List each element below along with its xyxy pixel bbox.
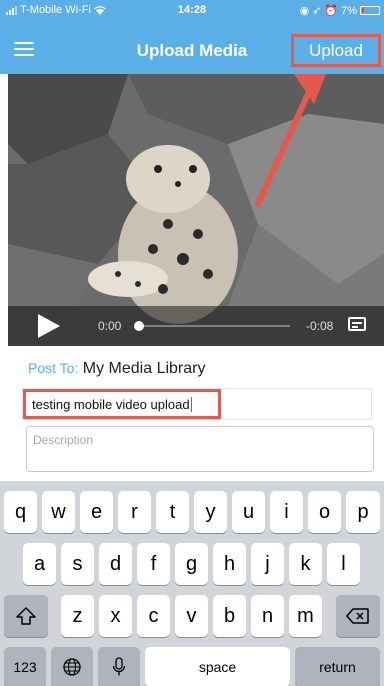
key-y[interactable]: y [194,491,227,533]
space-key[interactable]: space [145,647,290,686]
top-bar: T-Mobile Wi-Fi 14:28 ◉ ➶ ⏰ 7% Upload Med… [0,0,384,74]
key-k[interactable]: k [289,543,322,585]
key-i[interactable]: i [270,491,303,533]
scrubber-track[interactable] [136,325,290,327]
key-z[interactable]: z [61,595,94,637]
key-f[interactable]: f [137,543,170,585]
key-v[interactable]: v [175,595,208,637]
key-e[interactable]: e [80,491,113,533]
upload-button[interactable]: Upload [291,34,381,67]
key-p[interactable]: p [346,491,380,533]
keyboard: q w e r t y u i o p a s d f g h j k l z … [0,481,384,686]
video-player[interactable]: 0:00 -0:08 [8,74,384,346]
text-caret [190,397,192,412]
microphone-icon [112,657,126,676]
key-l[interactable]: l [327,543,360,585]
captions-icon[interactable] [348,317,366,331]
nav-bar: Upload Media Upload [0,34,384,68]
shift-key[interactable] [4,595,48,637]
key-t[interactable]: t [156,491,189,533]
post-to-label: Post To: [28,360,79,376]
remaining-time: -0:08 [306,319,334,333]
globe-key[interactable] [51,647,93,686]
lock-rotation-icon: ◉ [299,5,310,17]
status-right: ◉ ➶ ⏰ 7% [300,4,380,17]
backspace-icon [346,608,369,624]
alarm-icon: ⏰ [324,5,339,17]
video-controls: 0:00 -0:08 [8,306,384,346]
current-time: 0:00 [98,319,122,333]
title-value-text: testing mobile video upload [32,397,190,412]
key-r[interactable]: r [118,491,151,533]
status-bar: T-Mobile Wi-Fi 14:28 ◉ ➶ ⏰ 7% [0,0,384,20]
key-j[interactable]: j [251,543,284,585]
key-s[interactable]: s [61,543,94,585]
key-b[interactable]: b [213,595,246,637]
key-o[interactable]: o [308,491,341,533]
key-c[interactable]: c [137,595,170,637]
key-a[interactable]: a [23,543,56,585]
play-icon[interactable] [38,314,60,338]
key-q[interactable]: q [4,491,37,533]
key-m[interactable]: m [289,595,322,637]
key-n[interactable]: n [251,595,284,637]
description-field[interactable]: Description [26,426,374,472]
location-icon: ➶ [312,5,322,17]
scrubber-handle[interactable] [134,321,144,331]
key-x[interactable]: x [99,595,132,637]
shift-icon [16,607,36,625]
post-to-value: My Media Library [82,360,206,377]
numbers-key[interactable]: 123 [4,647,46,686]
key-u[interactable]: u [232,491,265,533]
key-d[interactable]: d [99,543,132,585]
return-key[interactable]: return [295,647,380,686]
battery-icon [360,6,380,15]
microphone-key[interactable] [98,647,140,686]
key-w[interactable]: w [42,491,75,533]
key-h[interactable]: h [213,543,246,585]
backspace-key[interactable] [336,595,380,637]
globe-icon [63,658,81,676]
post-to-row[interactable]: Post To: My Media Library [28,360,205,378]
key-g[interactable]: g [175,543,208,585]
battery-percent: 7% [341,4,357,17]
title-input-value: testing mobile video upload [32,397,192,412]
